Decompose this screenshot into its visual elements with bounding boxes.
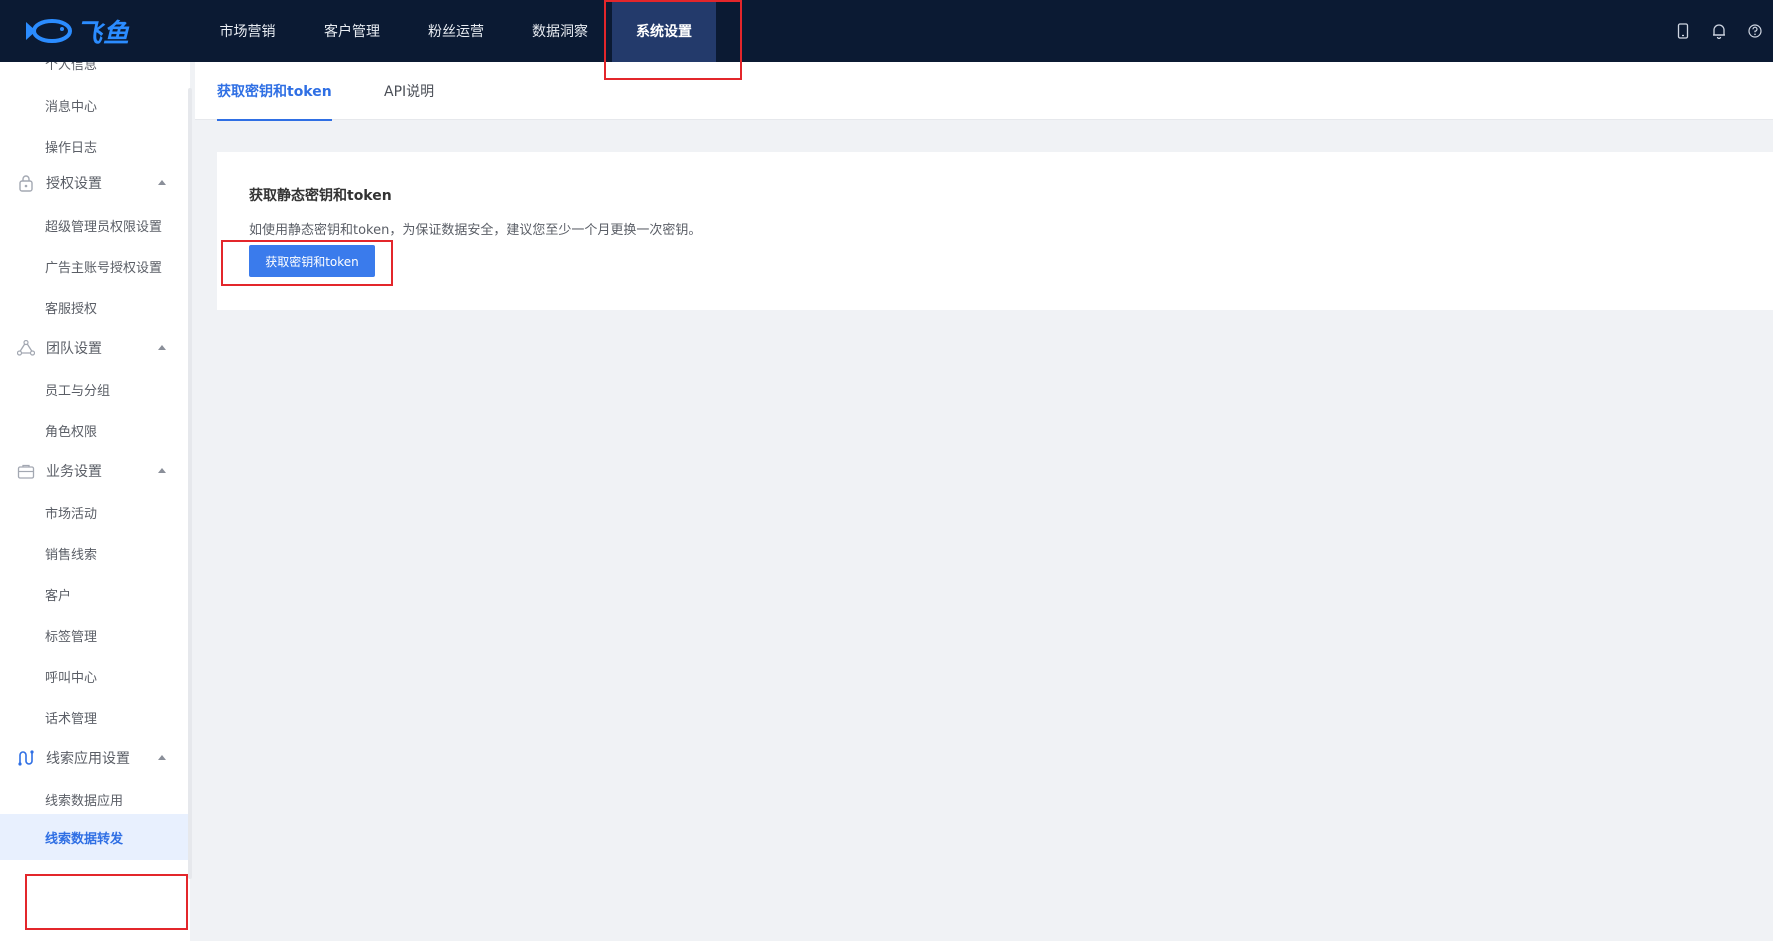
tab-get-key-and-token[interactable]: 获取密钥和token (217, 62, 332, 121)
help-icon[interactable] (1737, 0, 1773, 62)
nav-customer-management[interactable]: 客户管理 (300, 0, 404, 62)
sidebar-item-operation-log[interactable]: 操作日志 (45, 137, 97, 156)
sidebar-item-marketing-activities[interactable]: 市场活动 (45, 503, 97, 522)
team-icon (16, 338, 36, 358)
sidebar-group-lead-application[interactable]: 线索应用设置 (16, 746, 176, 770)
sidebar-item-message-center[interactable]: 消息中心 (45, 96, 97, 115)
sidebar-group-label: 业务设置 (46, 464, 102, 480)
mobile-icon[interactable] (1665, 0, 1701, 62)
annotation-box-get-token-button (221, 240, 393, 286)
sidebar-group-business[interactable]: 业务设置 (16, 459, 176, 483)
briefcase-icon (16, 461, 36, 481)
brand-logo[interactable]: 飞鱼 (22, 14, 131, 49)
card-description: 如使用静态密钥和token，为保证数据安全，建议您至少一个月更换一次密钥。 (249, 223, 702, 238)
caret-up-icon (158, 468, 166, 473)
logo-text: 飞鱼 (76, 18, 131, 49)
nav-fan-operations[interactable]: 粉丝运营 (404, 0, 508, 62)
nav-marketing[interactable]: 市场营销 (195, 0, 300, 62)
sidebar-item-lead-data-forwarding[interactable]: 线索数据转发 (0, 814, 190, 860)
annotation-box-lead-forwarding (25, 874, 188, 930)
caret-up-icon (158, 345, 166, 350)
sidebar-item-call-center[interactable]: 呼叫中心 (45, 667, 97, 686)
content-tabs: 获取密钥和token API说明 (195, 62, 1773, 121)
sidebar-group-authorization[interactable]: 授权设置 (16, 171, 176, 195)
sidebar-item-staff-and-groups[interactable]: 员工与分组 (45, 380, 110, 399)
annotation-box-system-settings (604, 0, 742, 80)
fish-logo-icon (26, 19, 72, 43)
top-navigation-bar: 飞鱼 市场营销 客户管理 粉丝运营 数据洞察 系统设置 (0, 0, 1773, 62)
card-title: 获取静态密钥和token (249, 188, 392, 204)
sidebar-item-profile[interactable]: 个人信息 (45, 62, 97, 73)
caret-up-icon (158, 180, 166, 185)
sidebar-item-customer-service-authorization[interactable]: 客服授权 (45, 298, 97, 317)
sidebar-item-tag-management[interactable]: 标签管理 (45, 626, 97, 645)
sidebar-item-customers[interactable]: 客户 (45, 585, 71, 604)
tab-api-docs[interactable]: API说明 (384, 62, 434, 120)
sidebar: 个人信息 消息中心 操作日志 授权设置 超级管理员权限设置 广告主账号授权设置 … (0, 62, 190, 941)
sidebar-group-label: 线索应用设置 (46, 751, 130, 767)
sidebar-item-script-management[interactable]: 话术管理 (45, 708, 97, 727)
sidebar-item-role-permissions[interactable]: 角色权限 (45, 421, 97, 440)
sidebar-item-advertiser-authorization[interactable]: 广告主账号授权设置 (45, 257, 162, 276)
sidebar-item-super-admin-permissions[interactable]: 超级管理员权限设置 (45, 216, 162, 235)
top-right-icons (1665, 0, 1773, 62)
caret-up-icon (158, 755, 166, 760)
nav-data-insights[interactable]: 数据洞察 (508, 0, 612, 62)
sidebar-item-label: 线索数据转发 (45, 832, 124, 847)
static-key-card: 获取静态密钥和token 如使用静态密钥和token，为保证数据安全，建议您至少… (217, 152, 1773, 310)
sidebar-scrollbar[interactable] (188, 88, 192, 879)
bell-icon[interactable] (1701, 0, 1737, 62)
lock-icon (16, 173, 36, 193)
flow-icon (16, 748, 36, 768)
sidebar-group-label: 授权设置 (46, 176, 102, 192)
sidebar-item-lead-data-application[interactable]: 线索数据应用 (45, 790, 123, 809)
sidebar-group-label: 团队设置 (46, 341, 102, 357)
sidebar-group-team[interactable]: 团队设置 (16, 336, 176, 360)
sidebar-item-sales-leads[interactable]: 销售线索 (45, 544, 97, 563)
